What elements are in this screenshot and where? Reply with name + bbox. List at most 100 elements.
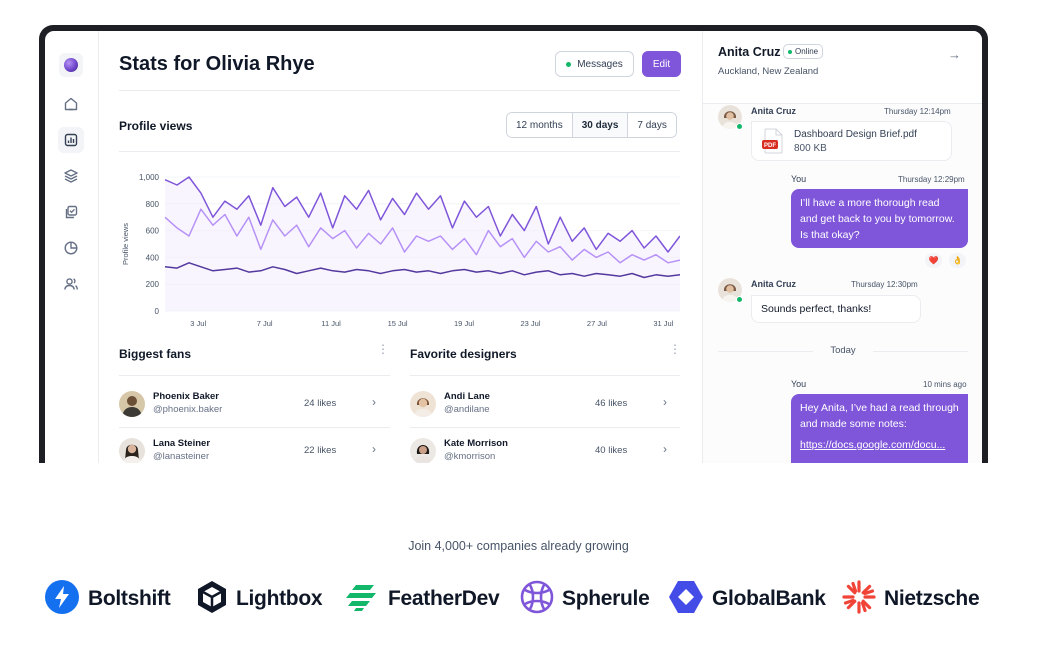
messages-button[interactable]: Messages — [555, 51, 634, 77]
bar-chart-icon[interactable] — [58, 127, 84, 153]
fan-handle: @phoenix.baker — [153, 404, 223, 415]
brand-name: Lightbox — [236, 587, 323, 610]
page-title: Stats for Olivia Rhye — [119, 53, 315, 75]
list-item[interactable]: Lana Steiner @lanasteiner 22 likes › — [119, 435, 390, 463]
arrow-right-icon[interactable]: → — [948, 47, 961, 62]
brand-name: Spherule — [562, 587, 650, 610]
divider — [410, 427, 680, 428]
pie-chart-icon[interactable] — [58, 235, 84, 261]
x-tick-label: 11 Jul — [321, 319, 341, 328]
divider — [119, 90, 680, 91]
home-icon[interactable] — [58, 91, 84, 117]
x-tick-label: 19 Jul — [454, 319, 474, 328]
brand-name: Nietzsche — [884, 587, 980, 610]
check-square-icon[interactable] — [58, 199, 84, 225]
date-divider: Today — [718, 344, 968, 358]
brand-featherdev: FeatherDev — [346, 580, 500, 618]
file-attachment[interactable]: PDF Dashboard Design Brief.pdf 800 KB — [751, 121, 952, 161]
list-item[interactable]: Andi Lane @andilane 46 likes › — [410, 388, 681, 428]
brand-globalbank: GlobalBank — [668, 580, 826, 618]
message-time: 10 mins ago — [923, 380, 967, 389]
message-sender: You — [791, 379, 807, 389]
brand-name: GlobalBank — [712, 587, 826, 610]
message-text: Hey Anita, I’ve had a read through and m… — [800, 402, 959, 430]
hexagon-icon — [668, 580, 704, 619]
list-item[interactable]: Kate Morrison @kmorrison 40 likes › — [410, 435, 681, 463]
tab-12-months[interactable]: 12 months — [507, 113, 573, 137]
sphere-icon — [520, 580, 554, 619]
contact-name: Anita Cruz — [718, 45, 781, 59]
avatar — [718, 105, 743, 130]
avatar — [718, 278, 743, 303]
tab-7-days[interactable]: 7 days — [628, 113, 676, 137]
tab-30-days[interactable]: 30 days — [572, 113, 629, 137]
cube-icon — [196, 580, 228, 619]
time-range-tabs: 12 months 30 days 7 days — [506, 112, 677, 138]
divider — [410, 375, 680, 376]
chevron-right-icon[interactable]: › — [663, 442, 667, 456]
list-item[interactable]: Phoenix Baker @phoenix.baker 24 likes › — [119, 388, 390, 428]
edit-button[interactable]: Edit — [642, 51, 681, 77]
x-tick-label: 27 Jul — [587, 319, 607, 328]
y-tick-label: 1,000 — [139, 173, 160, 182]
message-link[interactable]: https://docs.google.com/docu... — [800, 439, 945, 451]
x-tick-label: 7 Jul — [257, 319, 273, 328]
status-badge: Online — [783, 44, 824, 59]
bolt-icon — [44, 579, 80, 620]
divider — [119, 427, 390, 428]
message-time: Thursday 12:29pm — [898, 175, 965, 184]
feather-icon — [346, 582, 380, 617]
brand-nietzsche: Nietzsche — [842, 579, 980, 619]
y-axis-label: Profile views — [121, 223, 130, 265]
fan-name: Lana Steiner — [153, 438, 211, 449]
chevron-right-icon[interactable]: › — [372, 442, 376, 456]
avatar — [410, 438, 436, 463]
fan-handle: @lanasteiner — [153, 451, 210, 462]
layers-icon[interactable] — [58, 163, 84, 189]
status-dot — [566, 61, 572, 67]
message-sender: Anita Cruz — [751, 106, 796, 116]
y-tick-label: 200 — [146, 280, 160, 289]
avatar — [119, 438, 145, 463]
profile-views-title: Profile views — [119, 119, 193, 133]
heart-reaction[interactable]: ❤️ — [925, 253, 942, 268]
designer-likes: 40 likes — [595, 445, 628, 456]
chat-panel: Anita Cruz Online Auckland, New Zealand … — [702, 31, 982, 463]
y-tick-label: 0 — [155, 307, 160, 316]
y-tick-label: 600 — [146, 227, 160, 236]
brand-spherule: Spherule — [520, 580, 650, 619]
brand-lightbox: Lightbox — [196, 580, 323, 619]
users-icon[interactable] — [58, 271, 84, 297]
designer-handle: @andilane — [444, 404, 490, 415]
brand-name: Boltshift — [88, 587, 171, 610]
y-tick-label: 400 — [146, 253, 160, 262]
message-time: Thursday 12:30pm — [851, 280, 918, 289]
x-tick-label: 3 Jul — [190, 319, 206, 328]
message-bubble-out: I’ll have a more thorough read and get b… — [791, 189, 968, 248]
sunburst-icon — [842, 579, 876, 619]
message-sender: You — [791, 174, 807, 184]
fan-likes: 22 likes — [304, 445, 337, 456]
more-vertical-icon[interactable]: ⋮ — [669, 342, 681, 356]
series-area — [165, 177, 680, 311]
app-logo[interactable] — [59, 53, 83, 77]
favorite-designers-title: Favorite designers — [410, 347, 517, 361]
profile-views-chart: Profile views 1,000 800 600 400 200 0 3 Jul 7 Ju… — [121, 173, 680, 328]
more-vertical-icon[interactable]: ⋮ — [377, 342, 389, 356]
brand-name: FeatherDev — [388, 587, 500, 610]
companies-tagline: Join 4,000+ companies already growing — [408, 539, 629, 553]
y-tick-label: 800 — [146, 200, 160, 209]
message-sender: Anita Cruz — [751, 279, 796, 289]
divider — [119, 375, 390, 376]
x-tick-label: 31 Jul — [653, 319, 673, 328]
avatar — [410, 391, 436, 417]
chevron-right-icon[interactable]: › — [372, 395, 376, 409]
designer-handle: @kmorrison — [444, 451, 496, 462]
chevron-right-icon[interactable]: › — [663, 395, 667, 409]
messages-label: Messages — [577, 58, 623, 70]
divider — [119, 151, 680, 152]
designer-name: Andi Lane — [444, 391, 490, 402]
svg-text:PDF: PDF — [764, 143, 776, 149]
ok-hand-reaction[interactable]: 👌 — [949, 253, 966, 268]
avatar — [119, 391, 145, 417]
